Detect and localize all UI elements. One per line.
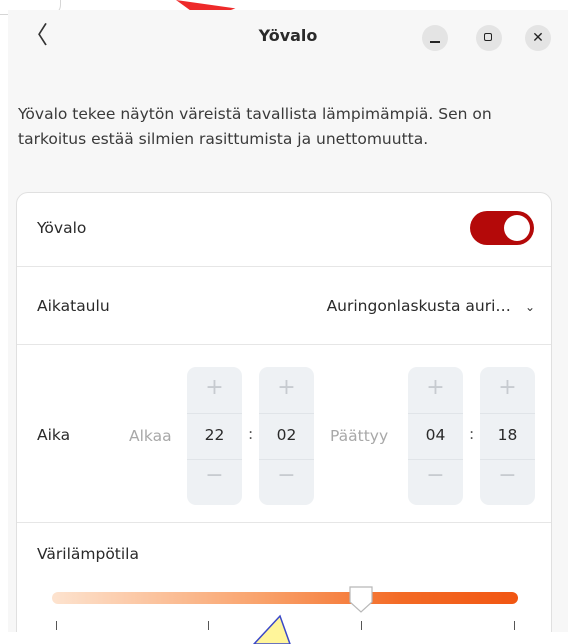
- start-hours-increment-button[interactable]: +: [187, 375, 242, 400]
- start-hours-value[interactable]: 22: [187, 426, 242, 444]
- end-hours-decrement-button[interactable]: −: [408, 463, 463, 488]
- end-hours-increment-button[interactable]: +: [408, 375, 463, 400]
- time-separator: :: [469, 425, 475, 443]
- schedule-selected-value: Auringonlaskusta auri…: [326, 297, 511, 315]
- start-minutes-value[interactable]: 02: [259, 426, 314, 444]
- divider: [408, 459, 463, 460]
- night-light-row: Yövalo: [17, 193, 551, 267]
- divider: [187, 413, 242, 414]
- close-icon: ✕: [532, 30, 544, 46]
- divider: [480, 413, 535, 414]
- night-light-toggle[interactable]: [470, 211, 534, 245]
- background-strip: [0, 0, 576, 10]
- divider: [259, 459, 314, 460]
- toggle-knob: [504, 215, 530, 241]
- end-minutes-decrement-button[interactable]: −: [480, 463, 535, 488]
- minimize-icon: [430, 41, 440, 43]
- header-bar: 〈 Yövalo ✕: [8, 10, 568, 64]
- slider-tick: [56, 621, 57, 630]
- start-minutes-spinner: + 02 −: [259, 367, 314, 505]
- night-light-label: Yövalo: [37, 219, 87, 237]
- start-label: Alkaa: [129, 427, 172, 445]
- schedule-dropdown[interactable]: Auringonlaskusta auri… ⌄: [327, 297, 535, 315]
- end-minutes-increment-button[interactable]: +: [480, 375, 535, 400]
- slider-tick: [361, 621, 362, 630]
- end-hours-spinner: + 04 −: [408, 367, 463, 505]
- start-hours-spinner: + 22 −: [187, 367, 242, 505]
- night-light-window: 〈 Yövalo ✕ Yövalo tekee näytön väreistä …: [8, 10, 568, 632]
- schedule-row: Aikataulu Auringonlaskusta auri… ⌄: [17, 267, 551, 345]
- slider-tick: [514, 621, 515, 630]
- divider: [408, 413, 463, 414]
- start-minutes-increment-button[interactable]: +: [259, 375, 314, 400]
- start-hours-decrement-button[interactable]: −: [187, 463, 242, 488]
- maximize-icon: [484, 33, 492, 41]
- minimize-button[interactable]: [422, 25, 448, 51]
- end-hours-value[interactable]: 04: [408, 426, 463, 444]
- start-minutes-decrement-button[interactable]: −: [259, 463, 314, 488]
- schedule-label: Aikataulu: [37, 297, 110, 315]
- divider: [480, 459, 535, 460]
- color-temperature-slider-track[interactable]: [52, 592, 518, 604]
- chevron-down-icon: ⌄: [524, 300, 535, 314]
- description-text: Yövalo tekee näytön väreistä tavallista …: [18, 105, 492, 148]
- color-temperature-slider-thumb[interactable]: [347, 584, 375, 614]
- color-temperature-label: Värilämpötila: [37, 545, 139, 563]
- close-button[interactable]: ✕: [525, 25, 551, 51]
- time-label: Aika: [37, 426, 71, 444]
- end-label: Päättyy: [330, 427, 389, 445]
- time-row: Aika Alkaa + 22 − : + 02 − Päättyy + 04 …: [17, 345, 551, 523]
- divider: [187, 459, 242, 460]
- time-separator: :: [248, 425, 254, 443]
- divider: [259, 413, 314, 414]
- annotation-pointer: [252, 614, 291, 644]
- maximize-button[interactable]: [476, 25, 502, 51]
- end-minutes-spinner: + 18 −: [480, 367, 535, 505]
- settings-card: Yövalo Aikataulu Auringonlaskusta auri… ⌄…: [16, 192, 552, 632]
- slider-tick: [208, 621, 209, 630]
- end-minutes-value[interactable]: 18: [480, 426, 535, 444]
